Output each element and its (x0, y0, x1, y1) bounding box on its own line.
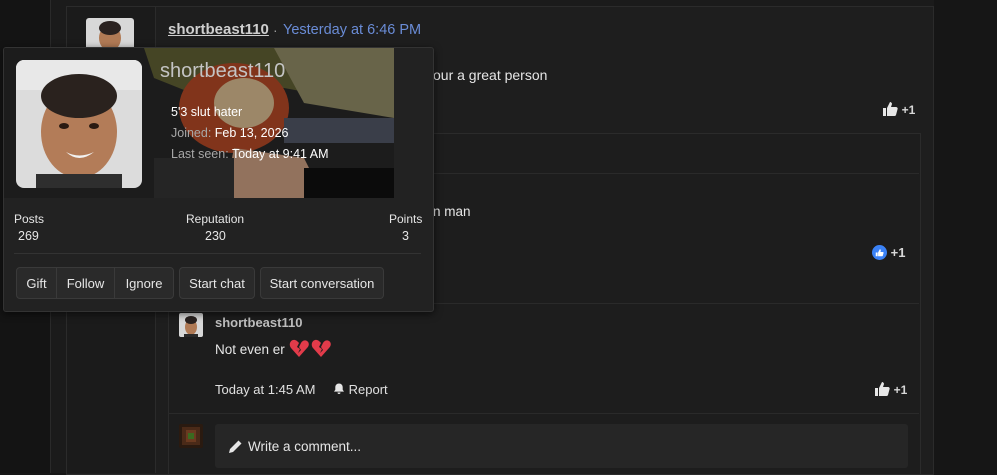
profile-username[interactable]: shortbeast110 (160, 60, 285, 83)
points-stat-label: Points (389, 212, 423, 226)
follow-button[interactable]: Follow (56, 267, 115, 299)
like-reaction-icon (872, 245, 891, 260)
comment-text: Not even er 💔💔 (215, 339, 333, 359)
joined-value: Feb 13, 2026 (214, 126, 289, 140)
post-like-reaction[interactable]: +1 (882, 101, 915, 117)
posts-stat-label: Posts (14, 212, 45, 226)
profile-custom-title: 5'3 slut hater (171, 105, 243, 119)
member-tooltip-card: shortbeast110 5'3 slut hater Joined: Feb… (3, 47, 434, 312)
right-gutter (934, 0, 997, 473)
reputation-stat-label: Reputation (186, 212, 245, 226)
points-stat-value[interactable]: 3 (402, 229, 409, 243)
thumbs-up-icon (874, 382, 894, 397)
comment-like-reaction[interactable]: +1 (874, 381, 907, 397)
write-comment-label: Write a comment... (248, 439, 362, 454)
post-author-name[interactable]: shortbeast110 (168, 21, 269, 38)
pencil-icon (228, 440, 242, 457)
comment-body: Not even er (215, 342, 285, 357)
bell-icon (333, 382, 349, 397)
posts-stat-value[interactable]: 269 (18, 229, 39, 243)
report-label: Report (348, 382, 388, 397)
joined-label: Joined: (171, 126, 212, 140)
report-button[interactable]: Report (333, 382, 388, 397)
thumbs-up-icon (882, 102, 902, 117)
gift-button[interactable]: Gift (16, 267, 57, 299)
comment-like-count: +1 (893, 383, 908, 397)
stats-divider (14, 253, 421, 254)
profile-last-seen: Last seen: Today at 9:41 AM (171, 147, 329, 161)
comment-like-reaction[interactable]: +1 (872, 245, 905, 260)
last-seen-label: Last seen: (171, 147, 229, 161)
broken-heart-icon (289, 339, 331, 357)
start-conversation-button[interactable]: Start conversation (260, 267, 384, 299)
comment-text: n man (433, 204, 471, 219)
start-chat-button[interactable]: Start chat (179, 267, 255, 299)
last-seen-value: Today at 9:41 AM (231, 147, 329, 161)
comment-author-avatar[interactable] (179, 313, 203, 337)
comment-timestamp[interactable]: Today at 1:45 AM (215, 382, 315, 397)
profile-joined: Joined: Feb 13, 2026 (171, 126, 288, 140)
comment-divider (168, 413, 919, 414)
current-user-avatar[interactable] (179, 424, 203, 448)
header-separator: · (273, 22, 278, 38)
reputation-stat-value: 230 (205, 229, 226, 243)
profile-avatar-large[interactable] (16, 60, 142, 188)
post-timestamp[interactable]: Yesterday at 6:46 PM (283, 22, 421, 38)
comment-like-count: +1 (890, 245, 906, 260)
write-comment-prompt[interactable]: Write a comment... (229, 439, 362, 454)
ignore-button[interactable]: Ignore (114, 267, 174, 299)
post-like-count: +1 (901, 103, 916, 117)
comment-author-name[interactable]: shortbeast110 (215, 315, 302, 330)
post-body-text: our a great person (433, 67, 548, 83)
